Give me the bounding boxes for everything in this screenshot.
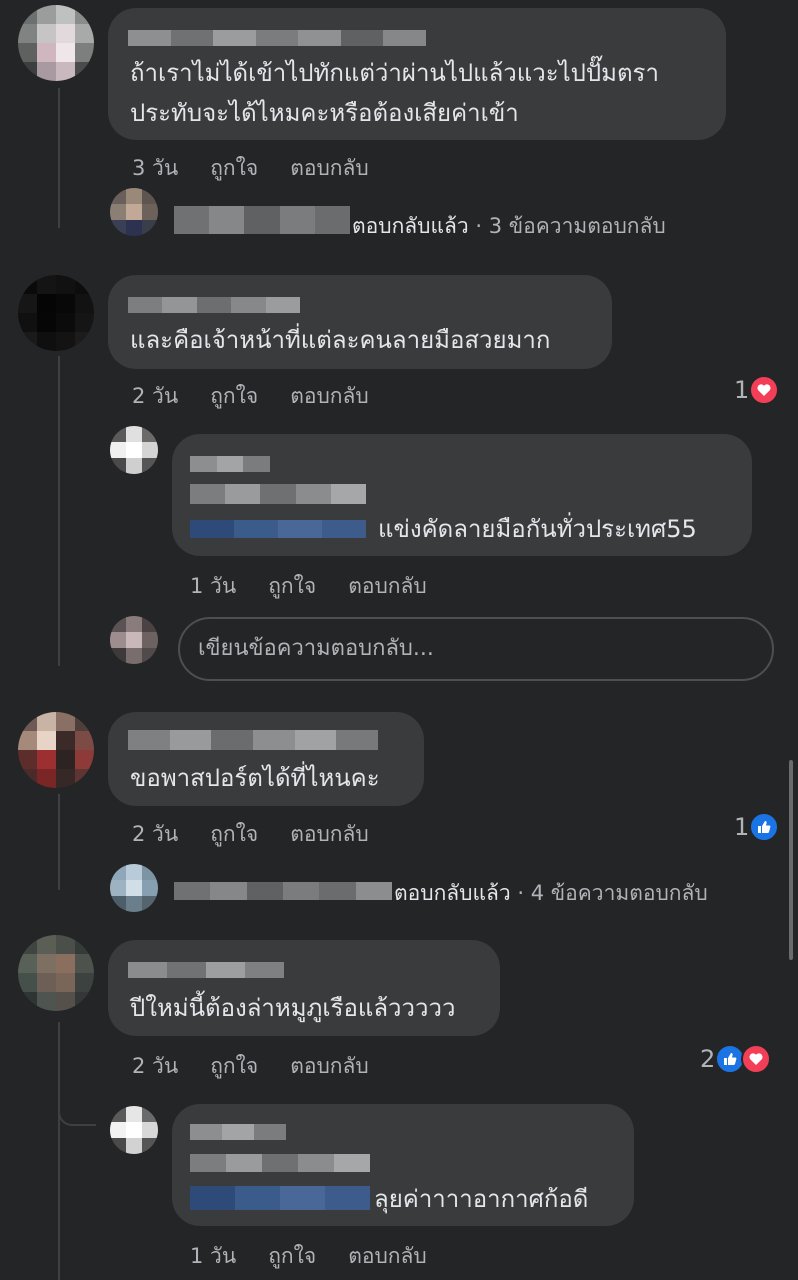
avatar[interactable] (18, 712, 94, 788)
like-button[interactable]: ถูกใจ (210, 1050, 258, 1083)
thread-line (58, 1022, 60, 1280)
reply-button[interactable]: ตอบกลับ (348, 570, 427, 603)
comment-text-line: ขอพาสปอร์ตได้ที่ไหนคะ (130, 764, 380, 792)
reaction-count: 1 (734, 376, 750, 404)
comment-actions: 3 วัน ถูกใจ ตอบกลับ (132, 152, 369, 185)
avatar[interactable] (18, 5, 94, 81)
timestamp[interactable]: 1 วัน (190, 1240, 236, 1273)
timestamp[interactable]: 3 วัน (132, 152, 178, 185)
like-button[interactable]: ถูกใจ (210, 380, 258, 413)
avatar[interactable] (18, 275, 94, 351)
timestamp[interactable]: 2 วัน (132, 818, 178, 851)
reply-button[interactable]: ตอบกลับ (290, 152, 369, 185)
scrollbar[interactable] (789, 760, 793, 960)
reply-button[interactable]: ตอบกลับ (348, 1240, 427, 1273)
reply-input[interactable]: เขียนข้อความตอบกลับ... (178, 617, 774, 681)
thread-line (58, 88, 60, 228)
comment-actions: 2 วัน ถูกใจ ตอบกลับ (132, 380, 369, 413)
comment-text-line: ปีใหม่นี้ต้องล่าหมูภูเรือแล้ววววว (130, 994, 456, 1022)
like-button[interactable]: ถูกใจ (210, 818, 258, 851)
author-name[interactable] (128, 297, 301, 313)
like-button[interactable]: ถูกใจ (210, 152, 258, 185)
reply-count: · 4 ข้อความตอบกลับ (510, 881, 708, 905)
timestamp[interactable]: 1 วัน (190, 570, 236, 603)
mention-tag[interactable] (190, 520, 366, 538)
reply-actions: 1 วัน ถูกใจ ตอบกลับ (190, 1240, 427, 1273)
reaction-summary[interactable]: 1 (734, 812, 780, 842)
mention-tag[interactable] (190, 1186, 370, 1210)
like-button[interactable]: ถูกใจ (268, 570, 316, 603)
author-name[interactable] (190, 484, 367, 504)
timestamp[interactable]: 2 วัน (132, 380, 178, 413)
reply-count: · 3 ข้อความตอบกลับ (468, 214, 666, 238)
like-button[interactable]: ถูกใจ (268, 1240, 316, 1273)
current-user-avatar (110, 616, 158, 664)
replied-label: ตอบกลับแล้ว (352, 214, 469, 238)
comment-actions: 2 วัน ถูกใจ ตอบกลับ (132, 1050, 369, 1083)
like-icon (749, 812, 780, 842)
avatar[interactable] (110, 864, 158, 912)
avatar[interactable] (18, 935, 94, 1011)
replied-label: ตอบกลับแล้ว (394, 881, 511, 905)
avatar[interactable] (110, 1106, 158, 1154)
comment-text-line: และคือเจ้าหน้าที่แต่ละคนลายมือสวยมาก (130, 326, 551, 354)
reaction-count: 1 (734, 813, 750, 841)
author-name[interactable] (128, 962, 284, 978)
author-name[interactable] (128, 30, 427, 46)
reply-text: ลุยค่าาาาอากาศก้อดี (374, 1185, 589, 1213)
reaction-count: 2 (700, 1045, 716, 1073)
author-name[interactable] (174, 882, 392, 900)
view-replies-link[interactable]: ตอบกลับแล้ว · 3 ข้อความตอบกลับ (352, 210, 666, 243)
author-name[interactable] (190, 1124, 286, 1140)
author-name[interactable] (128, 730, 379, 750)
author-name[interactable] (190, 456, 271, 472)
reply-text: แข่งคัดลายมือกันทั่วประเทศ55 (378, 515, 697, 543)
view-replies-link[interactable]: ตอบกลับแล้ว · 4 ข้อความตอบกลับ (394, 877, 708, 910)
thread-line (58, 356, 60, 666)
thread-line (58, 794, 60, 890)
avatar[interactable] (110, 426, 158, 474)
reply-actions: 1 วัน ถูกใจ ตอบกลับ (190, 570, 427, 603)
thread-branch (58, 1094, 96, 1126)
author-name[interactable] (174, 206, 351, 234)
reaction-summary[interactable]: 1 (734, 375, 780, 405)
reply-button[interactable]: ตอบกลับ (290, 380, 369, 413)
reply-button[interactable]: ตอบกลับ (290, 1050, 369, 1083)
comment-text-line: ประทับจะได้ไหมคะหรือต้องเสียค่าเข้า (130, 99, 519, 127)
comment-actions: 2 วัน ถูกใจ ตอบกลับ (132, 818, 369, 851)
heart-icon (749, 375, 780, 405)
reply-button[interactable]: ตอบกลับ (290, 818, 369, 851)
avatar[interactable] (110, 188, 158, 236)
reaction-summary[interactable]: 2 (700, 1044, 772, 1074)
author-name[interactable] (190, 1154, 370, 1172)
timestamp[interactable]: 2 วัน (132, 1050, 178, 1083)
heart-icon (741, 1044, 772, 1074)
